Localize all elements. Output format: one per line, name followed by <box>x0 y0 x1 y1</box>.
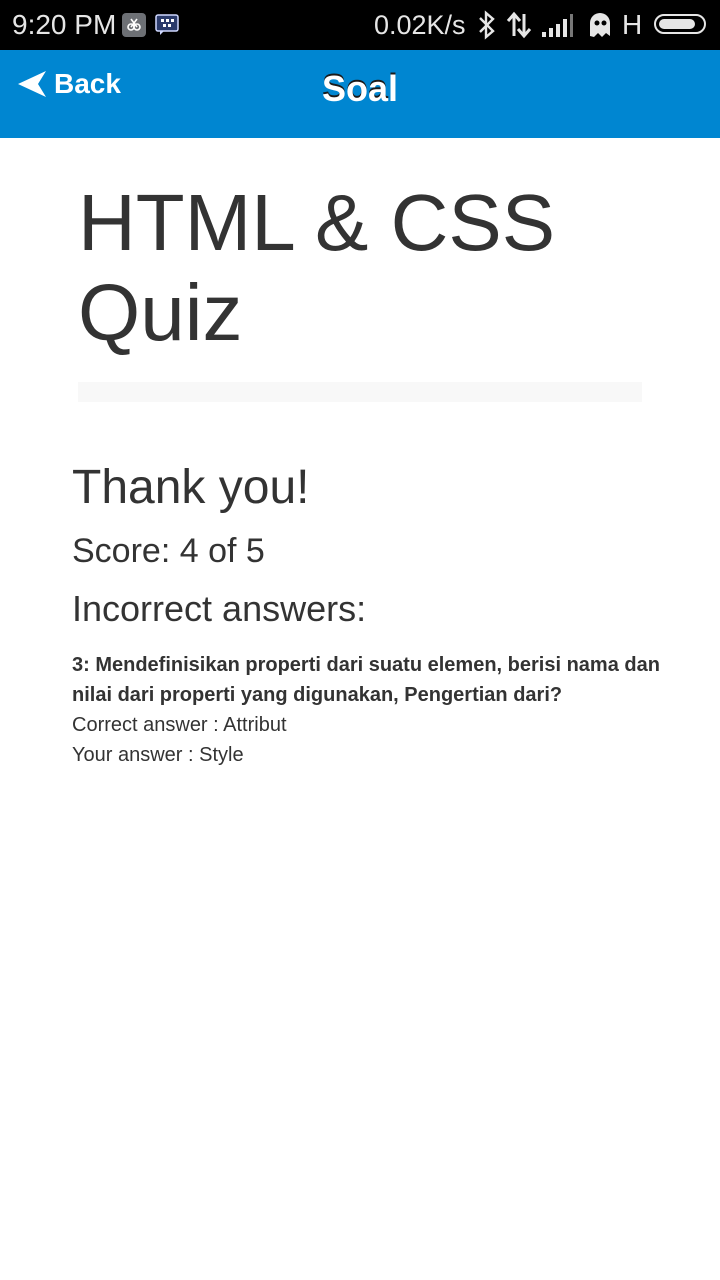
ghost-icon <box>586 10 614 40</box>
notification-icon <box>122 13 146 37</box>
status-time: 9:20 PM <box>12 9 117 40</box>
score-text: Score: 4 of 5 <box>72 532 265 570</box>
bluetooth-icon <box>476 10 498 40</box>
bbm-icon <box>155 13 179 37</box>
your-answer: Your answer : Style <box>72 744 244 766</box>
correct-answer: Correct answer : Attribut <box>72 714 287 736</box>
network-speed: 0.02K/s <box>374 10 466 40</box>
battery-fill <box>659 19 695 29</box>
network-type: H <box>622 9 643 40</box>
divider <box>78 382 642 402</box>
status-bar: 9:20 PM 0.02K/s H <box>0 0 720 50</box>
incorrect-question: 3: Mendefinisikan properti dari suatu el… <box>72 654 660 706</box>
data-arrows-icon <box>506 10 532 40</box>
thank-you-heading: Thank you! <box>72 461 310 514</box>
incorrect-answers-heading: Incorrect answers: <box>72 588 367 629</box>
battery-icon <box>654 14 706 34</box>
page-title: Soal <box>321 68 399 109</box>
signal-icon <box>540 10 574 40</box>
quiz-title: HTML & CSS Quiz <box>78 178 556 357</box>
app-bar: Back Soal <box>0 50 720 138</box>
